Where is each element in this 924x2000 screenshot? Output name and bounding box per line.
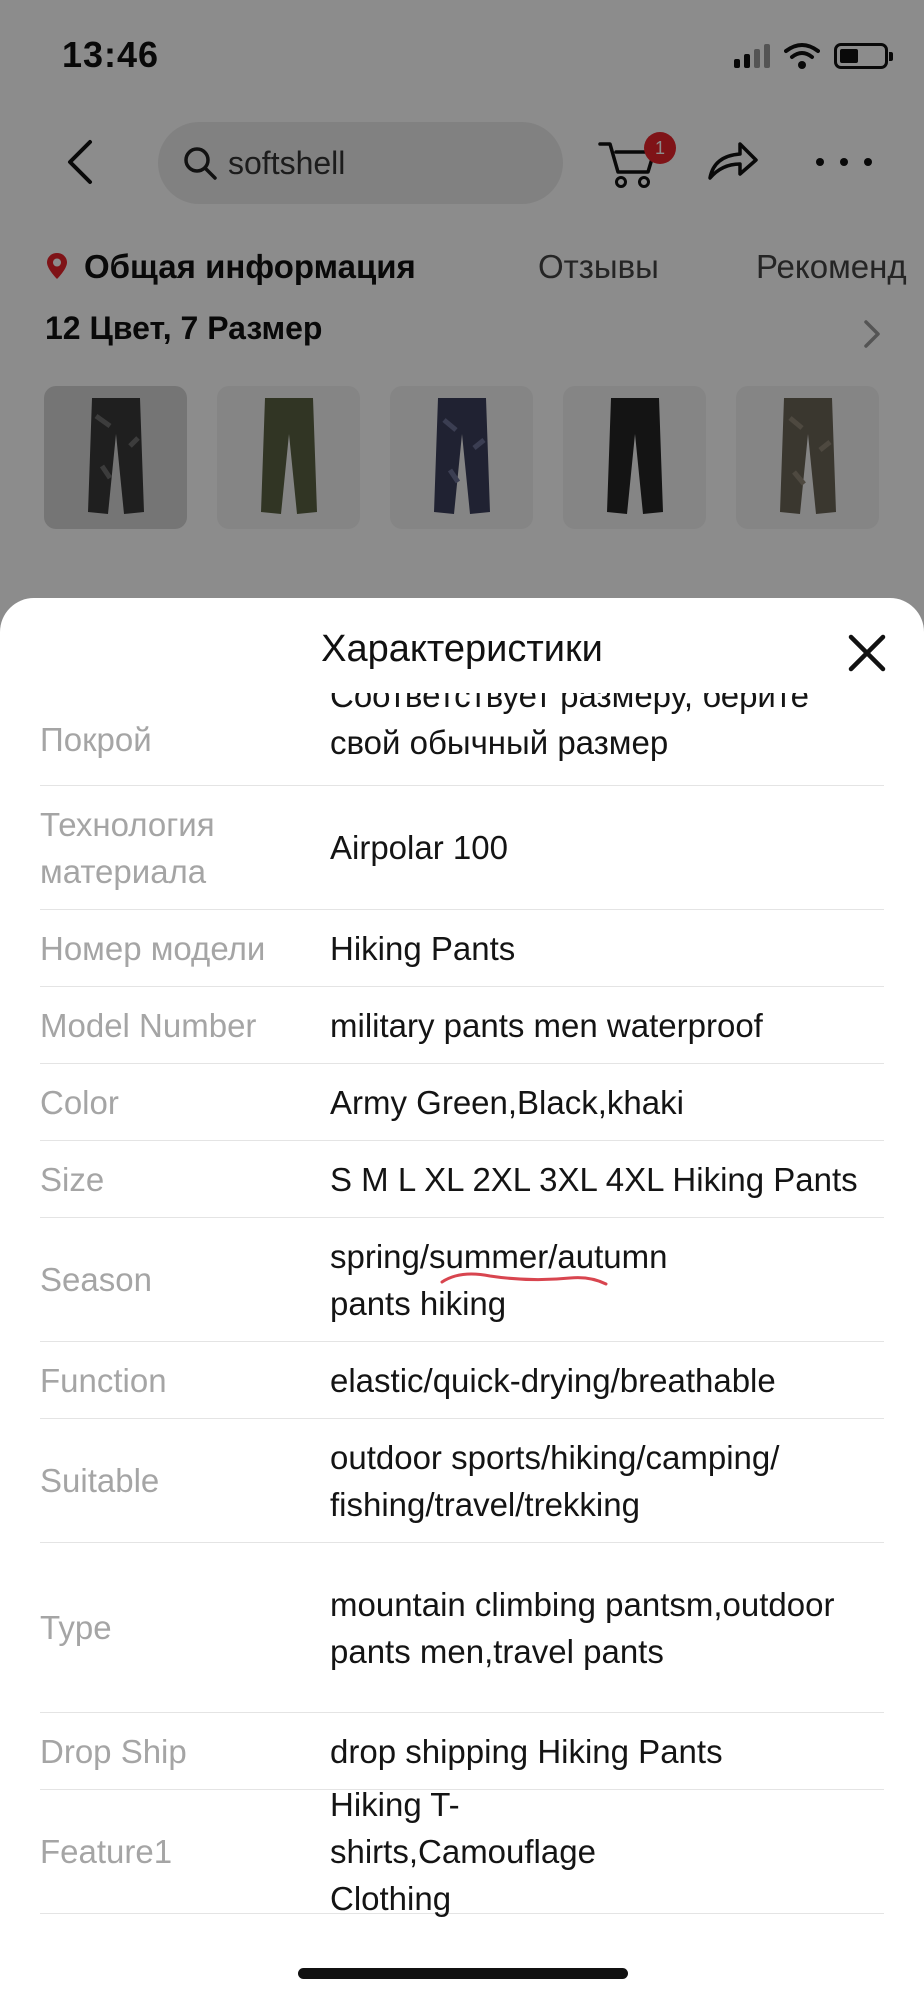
spec-row: Feature1 Hiking T-shirts,Camouflage Clot… [40,1786,884,1917]
spec-row: Color Army Green,Black,khaki [40,1064,884,1141]
spec-key: Model Number [40,1006,257,1044]
spec-key: Season [40,1261,152,1298]
spec-key: Drop Ship [40,1732,187,1770]
spec-key: Технология материала [40,805,215,890]
spec-value: military pants men waterproof [330,1006,763,1044]
spec-value: Hiking Pants [330,929,516,967]
spec-row: Покрой Соответствует размеру, берите сво… [40,693,884,786]
spec-key: Suitable [40,1462,160,1499]
hand-drawn-underline [440,1272,608,1286]
home-indicator[interactable] [298,1968,628,1979]
spec-value: outdoor sports/hiking/camping/ fishing/t… [330,1438,780,1523]
spec-value: Соответствует размеру, берите свой обычн… [330,693,809,761]
spec-row: Suitable outdoor sports/hiking/camping/ … [40,1419,884,1543]
spec-key: Color [40,1083,119,1121]
close-icon[interactable] [846,632,888,674]
spec-value: elastic/quick-drying/breathable [330,1361,776,1399]
spec-value: Hiking T-shirts,Camouflage Clothing [330,1786,596,1917]
spec-row: Function elastic/quick-drying/breathable [40,1342,884,1419]
spec-row: Size S M L XL 2XL 3XL 4XL Hiking Pants [40,1141,884,1218]
spec-row: Drop Ship drop shipping Hiking Pants [40,1713,884,1790]
sheet-title: Характеристики [321,628,603,670]
characteristics-sheet: Характеристики Покрой Соответствует разм… [0,598,924,2000]
spec-row: Type mountain climbing pantsm,outdoor pa… [40,1543,884,1713]
spec-value: Army Green,Black,khaki [330,1083,684,1121]
spec-key: Function [40,1361,167,1399]
spec-value: drop shipping Hiking Pants [330,1732,723,1770]
spec-row: Model Number military pants men waterpro… [40,987,884,1064]
spec-key: Type [40,1609,112,1646]
spec-value: S M L XL 2XL 3XL 4XL Hiking Pants [330,1160,858,1198]
spec-row: Технология материала Airpolar 100 [40,786,884,910]
spec-value: Airpolar 100 [330,829,508,866]
spec-key: Size [40,1160,105,1198]
characteristics-list: Покрой Соответствует размеру, берите сво… [40,693,884,1917]
spec-value: mountain climbing pantsm,outdoor pants m… [330,1585,835,1670]
spec-key: Покрой [40,720,152,758]
spec-row: Номер модели Hiking Pants [40,910,884,987]
spec-key: Номер модели [40,929,266,967]
spec-key: Feature1 [40,1833,173,1870]
